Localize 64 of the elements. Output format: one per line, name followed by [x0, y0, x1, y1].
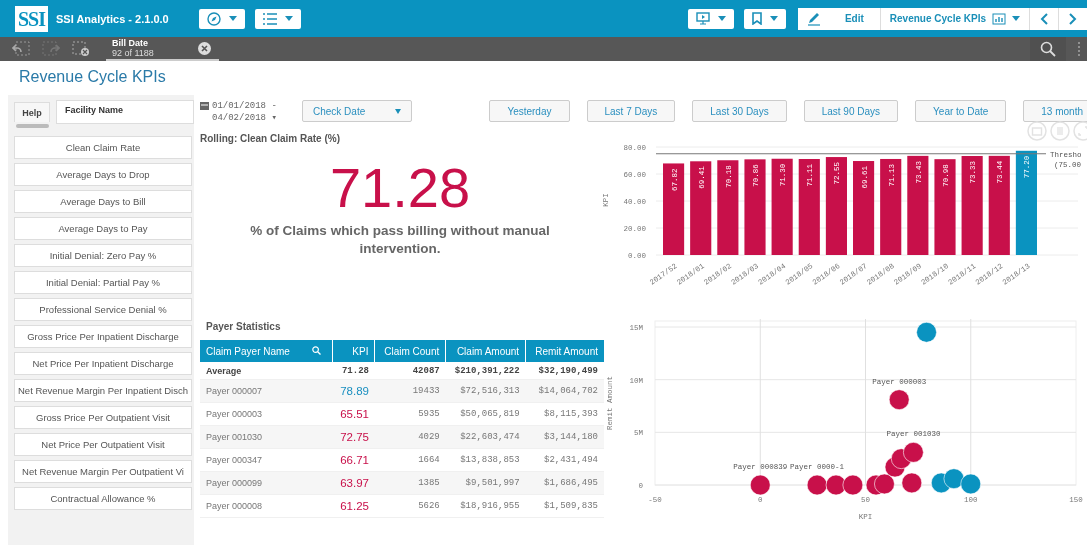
kpi-value: 71.28 — [329, 158, 471, 218]
table-cell: $32,190,499 — [525, 362, 604, 380]
table-cell: Average — [200, 362, 333, 380]
kpi-button[interactable]: Average Days to Bill — [14, 190, 192, 213]
table-cell: 61.25 — [332, 494, 375, 518]
date-preset-button[interactable]: Last 7 Days — [586, 100, 676, 122]
column-header[interactable]: KPI — [332, 340, 375, 362]
table-cell: $18,916,955 — [445, 494, 526, 518]
table-cell: Payer 001030 — [200, 425, 333, 449]
kpi-button[interactable]: Gross Price Per Inpatient Discharge — [14, 325, 192, 348]
selection-chip[interactable]: Bill Date 92 of 1188 — [106, 37, 219, 61]
table-cell: 1664 — [374, 448, 446, 472]
kpi-button[interactable]: Net Revenue Margin Per Inpatient Disch — [14, 379, 192, 402]
table-cell: Payer 000003 — [200, 402, 333, 426]
date-preset-button[interactable]: Last 30 Days — [692, 100, 787, 122]
edit-label: Edit — [844, 13, 864, 24]
kpi-button[interactable]: Clean Claim Rate — [14, 136, 192, 159]
table-cell: $1,509,835 — [525, 494, 604, 518]
date-preset-button[interactable]: 13 month — [1023, 100, 1087, 122]
table-cell: Payer 000007 — [200, 379, 333, 403]
date-preset-button[interactable]: Last 90 Days — [803, 100, 899, 122]
kpi-description: % of Claims which pass billing without manual intervention. — [249, 222, 551, 258]
table-cell: Payer 000099 — [200, 471, 333, 495]
column-header[interactable]: Claim Payer Name — [200, 340, 333, 362]
table-cell: 5935 — [374, 402, 446, 426]
table-cell: 66.71 — [332, 448, 375, 472]
column-header[interactable]: Remit Amount — [525, 340, 604, 362]
table-cell: $13,838,853 — [445, 448, 526, 472]
column-header[interactable]: Claim Count — [374, 340, 446, 362]
table-cell: 5626 — [374, 494, 446, 518]
table-cell: $210,391,222 — [445, 362, 526, 380]
table-cell: Payer 000008 — [200, 494, 333, 518]
table-cell: 71.28 — [332, 362, 375, 380]
date-field-dropdown[interactable]: Check Date — [302, 100, 412, 122]
help-tab[interactable]: Help — [14, 102, 50, 122]
date-preset-button[interactable]: Yesterday — [489, 100, 570, 122]
kpi-button[interactable]: Net Price Per Inpatient Discharge — [14, 352, 192, 375]
sheet-title: Revenue Cycle KPIs — [18, 67, 167, 87]
logo: SSI — [15, 5, 49, 32]
kpi-button[interactable]: Average Days to Drop — [14, 163, 192, 186]
kpi-button[interactable]: Contractual Allowance % — [14, 487, 192, 510]
table-cell: Payer 000347 — [200, 448, 333, 472]
table-title: Payer Statistics — [206, 321, 282, 332]
table-cell: $8,115,393 — [525, 402, 604, 426]
date-preset-button[interactable]: Year to Date — [915, 100, 1007, 122]
kpi-title: Rolling: Clean Claim Rate (%) — [200, 133, 340, 144]
selection-count: 92 of 1188 — [112, 48, 154, 58]
kpi-button[interactable]: Initial Denial: Zero Pay % — [14, 244, 192, 267]
kpi-button[interactable]: Average Days to Pay — [14, 217, 192, 240]
date-range-picker[interactable]: 01/01/2018 - 04/02/2018 ▾ — [212, 100, 292, 124]
sheet-name: Revenue Cycle KPIs — [889, 13, 986, 24]
kpi-button[interactable]: Initial Denial: Partial Pay % — [14, 271, 192, 294]
table-cell: 65.51 — [332, 402, 375, 426]
kpi-button[interactable]: Gross Price Per Outpatient Visit — [14, 406, 192, 429]
table-cell: 42087 — [374, 362, 446, 380]
kpi-button[interactable]: Net Revenue Margin Per Outpatient Vi — [14, 460, 192, 483]
table-cell: $2,431,494 — [525, 448, 604, 472]
column-header[interactable]: Claim Amount — [445, 340, 526, 362]
app-title: SSI Analytics - 2.1.0.0 — [56, 12, 169, 25]
table-cell: $50,065,819 — [445, 402, 526, 426]
kpi-button[interactable]: Net Price Per Outpatient Visit — [14, 433, 192, 456]
facility-filter[interactable]: Facility Name — [56, 100, 194, 124]
kpi-button[interactable]: Professional Service Denial % — [14, 298, 192, 321]
selection-field: Bill Date — [112, 38, 154, 48]
